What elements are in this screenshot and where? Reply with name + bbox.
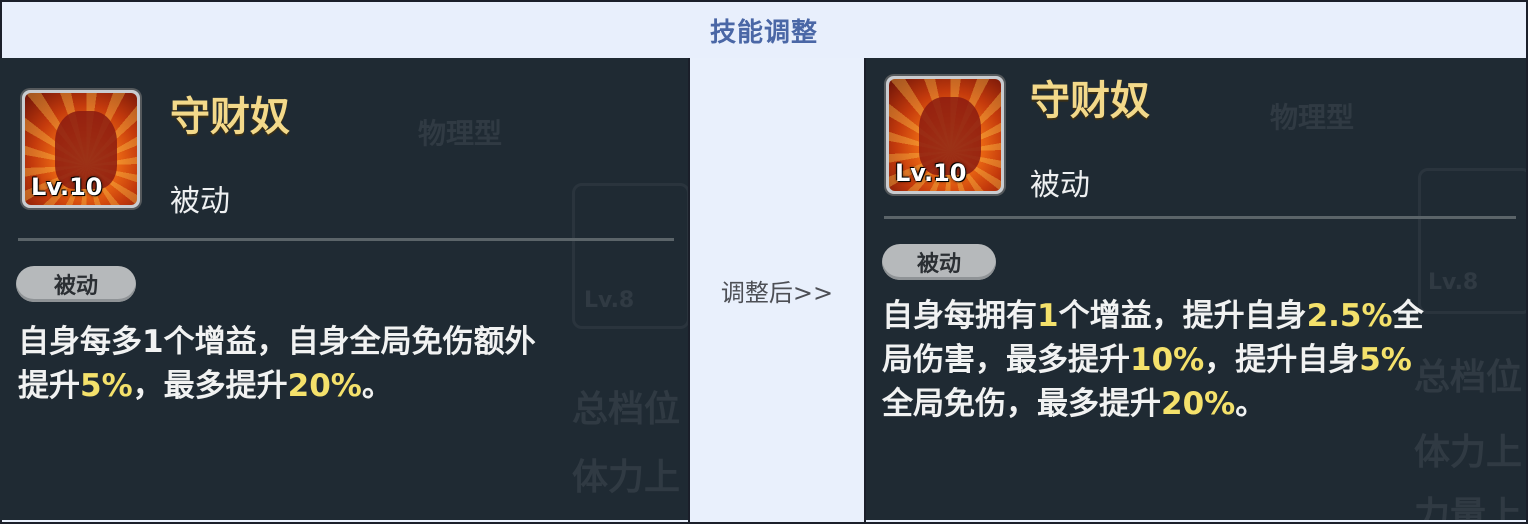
skill-subtype: 被动	[1030, 168, 1090, 203]
adjust-arrow-cell: 调整后>>	[690, 58, 864, 522]
bg-ghost-text: 物理型	[418, 117, 503, 150]
skill-tag: 被动	[16, 266, 136, 302]
skill-subtype: 被动	[170, 184, 230, 219]
skill-icon: Lv.10	[886, 76, 1004, 194]
divider	[884, 216, 1516, 219]
skill-level: Lv.10	[895, 159, 967, 187]
skill-tag: 被动	[882, 244, 996, 280]
skill-description: 自身每拥有1个增益，提升自身2.5%全 局伤害，最多提升10%，提升自身5% 全…	[882, 298, 1424, 422]
bg-ghost-text: Lv.8	[1428, 270, 1479, 295]
skill-icon: Lv.10	[22, 90, 140, 208]
bg-ghost-text: 力量上	[1414, 495, 1523, 520]
skill-name: 守财奴	[1030, 78, 1150, 124]
before-skill-card: 物理型 Lv.8 总档位 体力上 Lv.10 守财奴 被动 被动 自身每多1个增…	[0, 58, 688, 520]
bg-ghost-text: 物理型	[1270, 101, 1355, 134]
skill-level: Lv.10	[31, 173, 103, 201]
divider	[18, 238, 674, 241]
table-title: 技能调整	[709, 17, 818, 48]
bg-ghost-text: 体力上	[572, 457, 681, 498]
bg-ghost-text: 体力上	[1414, 432, 1523, 473]
adjust-label: 调整后>>	[720, 278, 834, 307]
skill-name: 守财奴	[170, 94, 290, 140]
bg-ghost-text: Lv.8	[584, 288, 635, 313]
after-skill-card: 物理型 Lv.8 总档位 体力上 力量上 Lv.10 守财奴 被动 被动 自身每…	[866, 58, 1526, 520]
skill-description: 自身每多1个增益，自身全局免伤额外 提升5%，最多提升20%。	[18, 324, 536, 404]
table-header: 技能调整	[2, 2, 1526, 60]
